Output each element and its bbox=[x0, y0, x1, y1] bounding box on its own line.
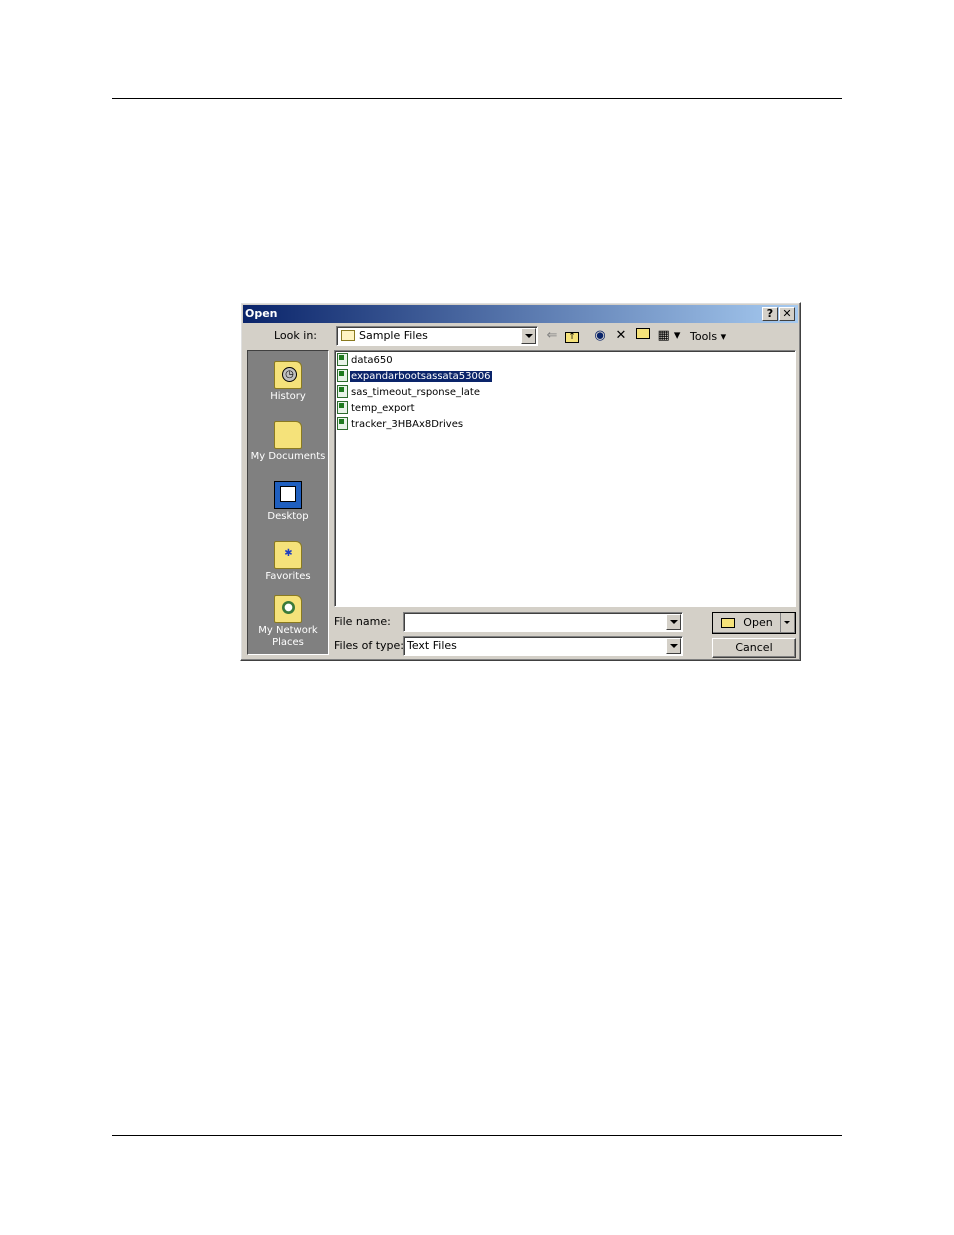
tools-label: Tools bbox=[690, 330, 718, 343]
place-label: My Network Places bbox=[258, 625, 318, 648]
open-options-dropdown[interactable] bbox=[780, 613, 795, 633]
file-name-label: File name: bbox=[334, 615, 391, 628]
history-icon: ◷ bbox=[274, 361, 302, 389]
open-dialog: Open ? ✕ Look in: Sample Files ⇐ ↑ ◉ ✕ ▦… bbox=[240, 302, 801, 661]
cancel-button[interactable]: Cancel bbox=[712, 638, 796, 658]
place-desktop[interactable]: Desktop bbox=[248, 481, 328, 523]
folder-icon bbox=[341, 330, 355, 341]
search-web-icon[interactable]: ◉ bbox=[591, 327, 609, 345]
close-button[interactable]: ✕ bbox=[779, 307, 795, 321]
chevron-down-icon[interactable] bbox=[521, 328, 536, 344]
excel-file-icon bbox=[337, 352, 348, 366]
excel-file-icon bbox=[337, 400, 348, 414]
excel-file-icon bbox=[337, 384, 348, 398]
file-name: sas_timeout_rsponse_late bbox=[351, 387, 480, 398]
look-in-label: Look in: bbox=[274, 329, 317, 342]
desktop-icon bbox=[274, 481, 302, 509]
place-favorites[interactable]: ✱ Favorites bbox=[248, 541, 328, 583]
places-bar: ◷ History My Documents Desktop ✱ Favorit… bbox=[247, 350, 329, 655]
look-in-dropdown[interactable]: Sample Files bbox=[336, 326, 538, 346]
file-type-label: Files of type: bbox=[334, 639, 405, 652]
look-in-value: Sample Files bbox=[359, 329, 428, 342]
top-rule bbox=[112, 98, 842, 99]
views-icon[interactable]: ▦ ▾ bbox=[655, 327, 683, 345]
up-folder-icon[interactable]: ↑ bbox=[563, 327, 581, 345]
dialog-title: Open bbox=[245, 307, 278, 320]
list-item[interactable]: data650 bbox=[337, 352, 394, 368]
chevron-down-icon[interactable] bbox=[666, 638, 681, 654]
list-item[interactable]: temp_export bbox=[337, 400, 416, 416]
file-name-field[interactable] bbox=[403, 612, 683, 632]
list-item[interactable]: sas_timeout_rsponse_late bbox=[337, 384, 481, 400]
file-name: tracker_3HBAx8Drives bbox=[351, 419, 464, 430]
open-button[interactable]: Open bbox=[712, 612, 796, 634]
open-folder-icon bbox=[721, 618, 736, 628]
excel-file-icon bbox=[337, 368, 348, 382]
file-type-value: Text Files bbox=[407, 639, 457, 652]
chevron-down-icon[interactable] bbox=[666, 614, 681, 630]
bottom-rule bbox=[112, 1135, 842, 1136]
file-name: expandarbootsassata53006 bbox=[349, 370, 493, 383]
file-list[interactable]: data650 expandarbootsassata53006 sas_tim… bbox=[334, 350, 796, 607]
tools-menu[interactable]: Tools ▾ bbox=[690, 330, 726, 343]
network-places-icon: ● bbox=[274, 595, 302, 623]
place-my-documents[interactable]: My Documents bbox=[248, 421, 328, 463]
open-label: Open bbox=[743, 616, 773, 629]
file-name: temp_export bbox=[351, 403, 415, 414]
place-history[interactable]: ◷ History bbox=[248, 361, 328, 403]
my-documents-icon bbox=[274, 421, 302, 449]
excel-file-icon bbox=[337, 416, 348, 430]
place-label: Favorites bbox=[265, 571, 311, 582]
help-button[interactable]: ? bbox=[762, 307, 778, 321]
place-label: My Documents bbox=[250, 451, 326, 462]
place-network[interactable]: ● My Network Places bbox=[248, 595, 328, 649]
list-item[interactable]: expandarbootsassata53006 bbox=[337, 368, 493, 384]
back-arrow-icon[interactable]: ⇐ bbox=[543, 327, 561, 345]
new-folder-icon[interactable] bbox=[634, 327, 652, 345]
file-name: data650 bbox=[351, 355, 393, 366]
place-label: History bbox=[270, 391, 306, 402]
favorites-icon: ✱ bbox=[274, 541, 302, 569]
delete-icon[interactable]: ✕ bbox=[612, 327, 630, 345]
file-type-dropdown[interactable]: Text Files bbox=[403, 636, 683, 656]
title-bar: Open ? ✕ bbox=[243, 305, 798, 323]
place-label: Desktop bbox=[267, 511, 309, 522]
list-item[interactable]: tracker_3HBAx8Drives bbox=[337, 416, 464, 432]
